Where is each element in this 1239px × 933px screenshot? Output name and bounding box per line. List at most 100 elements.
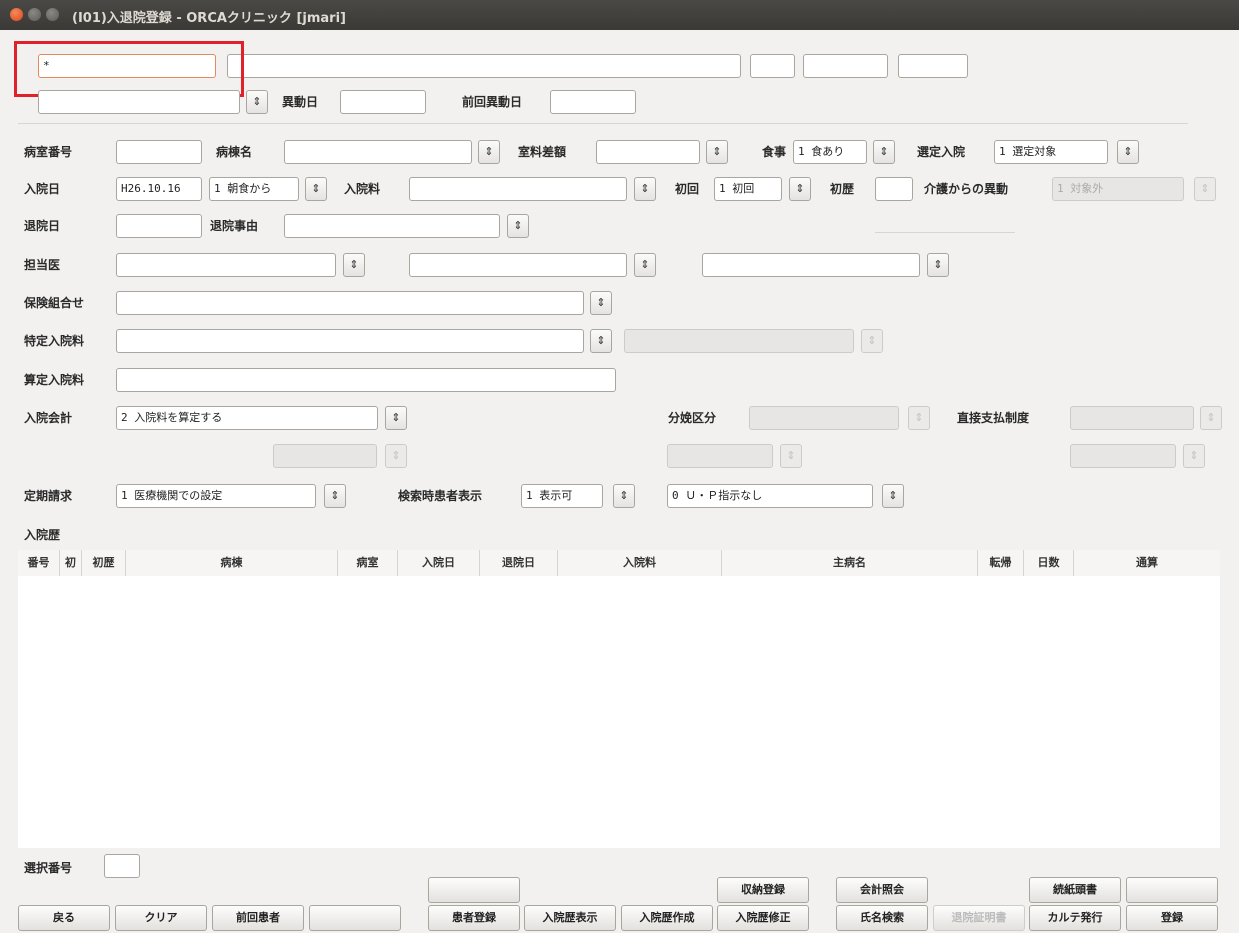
insurance-select[interactable] — [116, 291, 584, 315]
periodic-spin[interactable]: ⇕ — [324, 484, 346, 508]
minimize-window-icon[interactable] — [28, 8, 41, 21]
accounting-spin[interactable]: ⇕ — [385, 406, 407, 430]
history-edit-button[interactable]: 入院歴修正 — [717, 905, 809, 931]
discharge-cert-button: 退院証明書 — [933, 905, 1025, 931]
accounting-sub-spin: ⇕ — [385, 444, 407, 468]
col-room[interactable]: 病室 — [338, 550, 398, 576]
history-count-label: 初歴 — [830, 182, 855, 196]
history-count-input[interactable] — [875, 177, 913, 201]
admit-meal-select[interactable]: 1 朝食から — [209, 177, 299, 201]
shuno-button[interactable]: 収納登録 — [717, 877, 809, 903]
meal-spin[interactable]: ⇕ — [873, 140, 895, 164]
ido-kind-select[interactable] — [38, 90, 240, 114]
room-diff-select[interactable] — [596, 140, 700, 164]
col-number[interactable]: 番号 — [18, 550, 60, 576]
patient-age-field[interactable] — [898, 54, 968, 78]
calc-fee-input[interactable] — [116, 368, 616, 392]
accounting-select[interactable]: 2 入院料を算定する — [116, 406, 378, 430]
doctor1-select[interactable] — [116, 253, 336, 277]
doctor1-spin[interactable]: ⇕ — [343, 253, 365, 277]
up-instruction-spin[interactable]: ⇕ — [882, 484, 904, 508]
doctor-label: 担当医 — [24, 258, 61, 272]
search-display-spin[interactable]: ⇕ — [613, 484, 635, 508]
col-main-disease[interactable]: 主病名 — [722, 550, 978, 576]
clear-button[interactable]: クリア — [115, 905, 207, 931]
prev-ido-date-input[interactable] — [550, 90, 636, 114]
col-days[interactable]: 日数 — [1024, 550, 1074, 576]
search-display-select[interactable]: 1 表示可 — [521, 484, 603, 508]
admit-fee-label: 入院料 — [344, 182, 381, 196]
room-diff-spin[interactable]: ⇕ — [706, 140, 728, 164]
special-fee-spin[interactable]: ⇕ — [590, 329, 612, 353]
history-create-button[interactable]: 入院歴作成 — [621, 905, 713, 931]
first-select[interactable]: 1 初回 — [714, 177, 782, 201]
zokushi-button[interactable]: 続紙頭書 — [1029, 877, 1121, 903]
empty-button-top[interactable] — [428, 877, 520, 903]
register-button[interactable]: 登録 — [1126, 905, 1218, 931]
close-window-icon[interactable] — [10, 8, 23, 21]
delivery-sub-spin: ⇕ — [780, 444, 802, 468]
ido-date-input[interactable] — [340, 90, 426, 114]
ward-select[interactable] — [284, 140, 472, 164]
patient-sex-field[interactable] — [750, 54, 795, 78]
maximize-window-icon[interactable] — [46, 8, 59, 21]
history-table-header: 番号 初 初歴 病棟 病室 入院日 退院日 入院料 主病名 転帰 日数 通算 — [18, 550, 1220, 577]
first-spin[interactable]: ⇕ — [789, 177, 811, 201]
search-display-label: 検索時患者表示 — [398, 489, 483, 503]
patient-name-field[interactable] — [227, 54, 741, 78]
up-instruction-select[interactable]: 0 Ｕ・Ｐ指示なし — [667, 484, 873, 508]
history-table-body[interactable] — [18, 576, 1220, 848]
select-no-input[interactable] — [104, 854, 140, 878]
prev-patient-button[interactable]: 前回患者 — [212, 905, 304, 931]
doctor3-select[interactable] — [702, 253, 920, 277]
col-first[interactable]: 初 — [60, 550, 82, 576]
discharge-date-input[interactable] — [116, 214, 202, 238]
title-bar: (I01)入退院登録 - ORCAクリニック [jmari] — [0, 0, 1239, 30]
doctor3-spin[interactable]: ⇕ — [927, 253, 949, 277]
direct-pay-sub-spin: ⇕ — [1183, 444, 1205, 468]
kaikei-button[interactable]: 会計照会 — [836, 877, 928, 903]
meal-select[interactable]: 1 食あり — [793, 140, 867, 164]
col-outcome[interactable]: 転帰 — [978, 550, 1024, 576]
discharge-reason-select[interactable] — [284, 214, 500, 238]
patient-reg-button[interactable]: 患者登録 — [428, 905, 520, 931]
periodic-label: 定期請求 — [24, 489, 73, 503]
col-history[interactable]: 初歴 — [82, 550, 126, 576]
room-no-input[interactable] — [116, 140, 202, 164]
admit-fee-select[interactable] — [409, 177, 627, 201]
ido-kind-spin[interactable]: ⇕ — [246, 90, 268, 114]
history-show-button[interactable]: 入院歴表示 — [524, 905, 616, 931]
col-admit-fee[interactable]: 入院料 — [558, 550, 722, 576]
back-button[interactable]: 戻る — [18, 905, 110, 931]
col-ward[interactable]: 病棟 — [126, 550, 338, 576]
insurance-spin[interactable]: ⇕ — [590, 291, 612, 315]
name-search-button[interactable]: 氏名検索 — [836, 905, 928, 931]
admit-date-input[interactable]: H26.10.16 — [116, 177, 202, 201]
col-admit-date[interactable]: 入院日 — [398, 550, 480, 576]
periodic-select[interactable]: 1 医療機関での設定 — [116, 484, 316, 508]
col-discharge-date[interactable]: 退院日 — [480, 550, 558, 576]
selected-admission-label: 選定入院 — [917, 145, 966, 159]
admit-fee-spin[interactable]: ⇕ — [634, 177, 656, 201]
ward-label: 病棟名 — [216, 145, 253, 159]
care-select: 1 対象外 — [1052, 177, 1184, 201]
special-fee-select[interactable] — [116, 329, 584, 353]
doctor2-spin[interactable]: ⇕ — [634, 253, 656, 277]
selected-admission-spin[interactable]: ⇕ — [1117, 140, 1139, 164]
divider-2 — [875, 232, 1015, 233]
selected-admission-select[interactable]: 1 選定対象 — [994, 140, 1108, 164]
discharge-reason-spin[interactable]: ⇕ — [507, 214, 529, 238]
history-title: 入院歴 — [24, 528, 61, 542]
col-total[interactable]: 通算 — [1074, 550, 1220, 576]
calc-fee-label: 算定入院料 — [24, 373, 85, 387]
empty-button-bottom[interactable] — [309, 905, 401, 931]
select-no-label: 選択番号 — [24, 861, 73, 875]
empty-button-top-right[interactable] — [1126, 877, 1218, 903]
room-diff-label: 室料差額 — [518, 145, 567, 159]
patient-birth-field[interactable] — [803, 54, 888, 78]
care-spin: ⇕ — [1194, 177, 1216, 201]
doctor2-select[interactable] — [409, 253, 627, 277]
ward-spin[interactable]: ⇕ — [478, 140, 500, 164]
karte-button[interactable]: カルテ発行 — [1029, 905, 1121, 931]
admit-meal-spin[interactable]: ⇕ — [305, 177, 327, 201]
